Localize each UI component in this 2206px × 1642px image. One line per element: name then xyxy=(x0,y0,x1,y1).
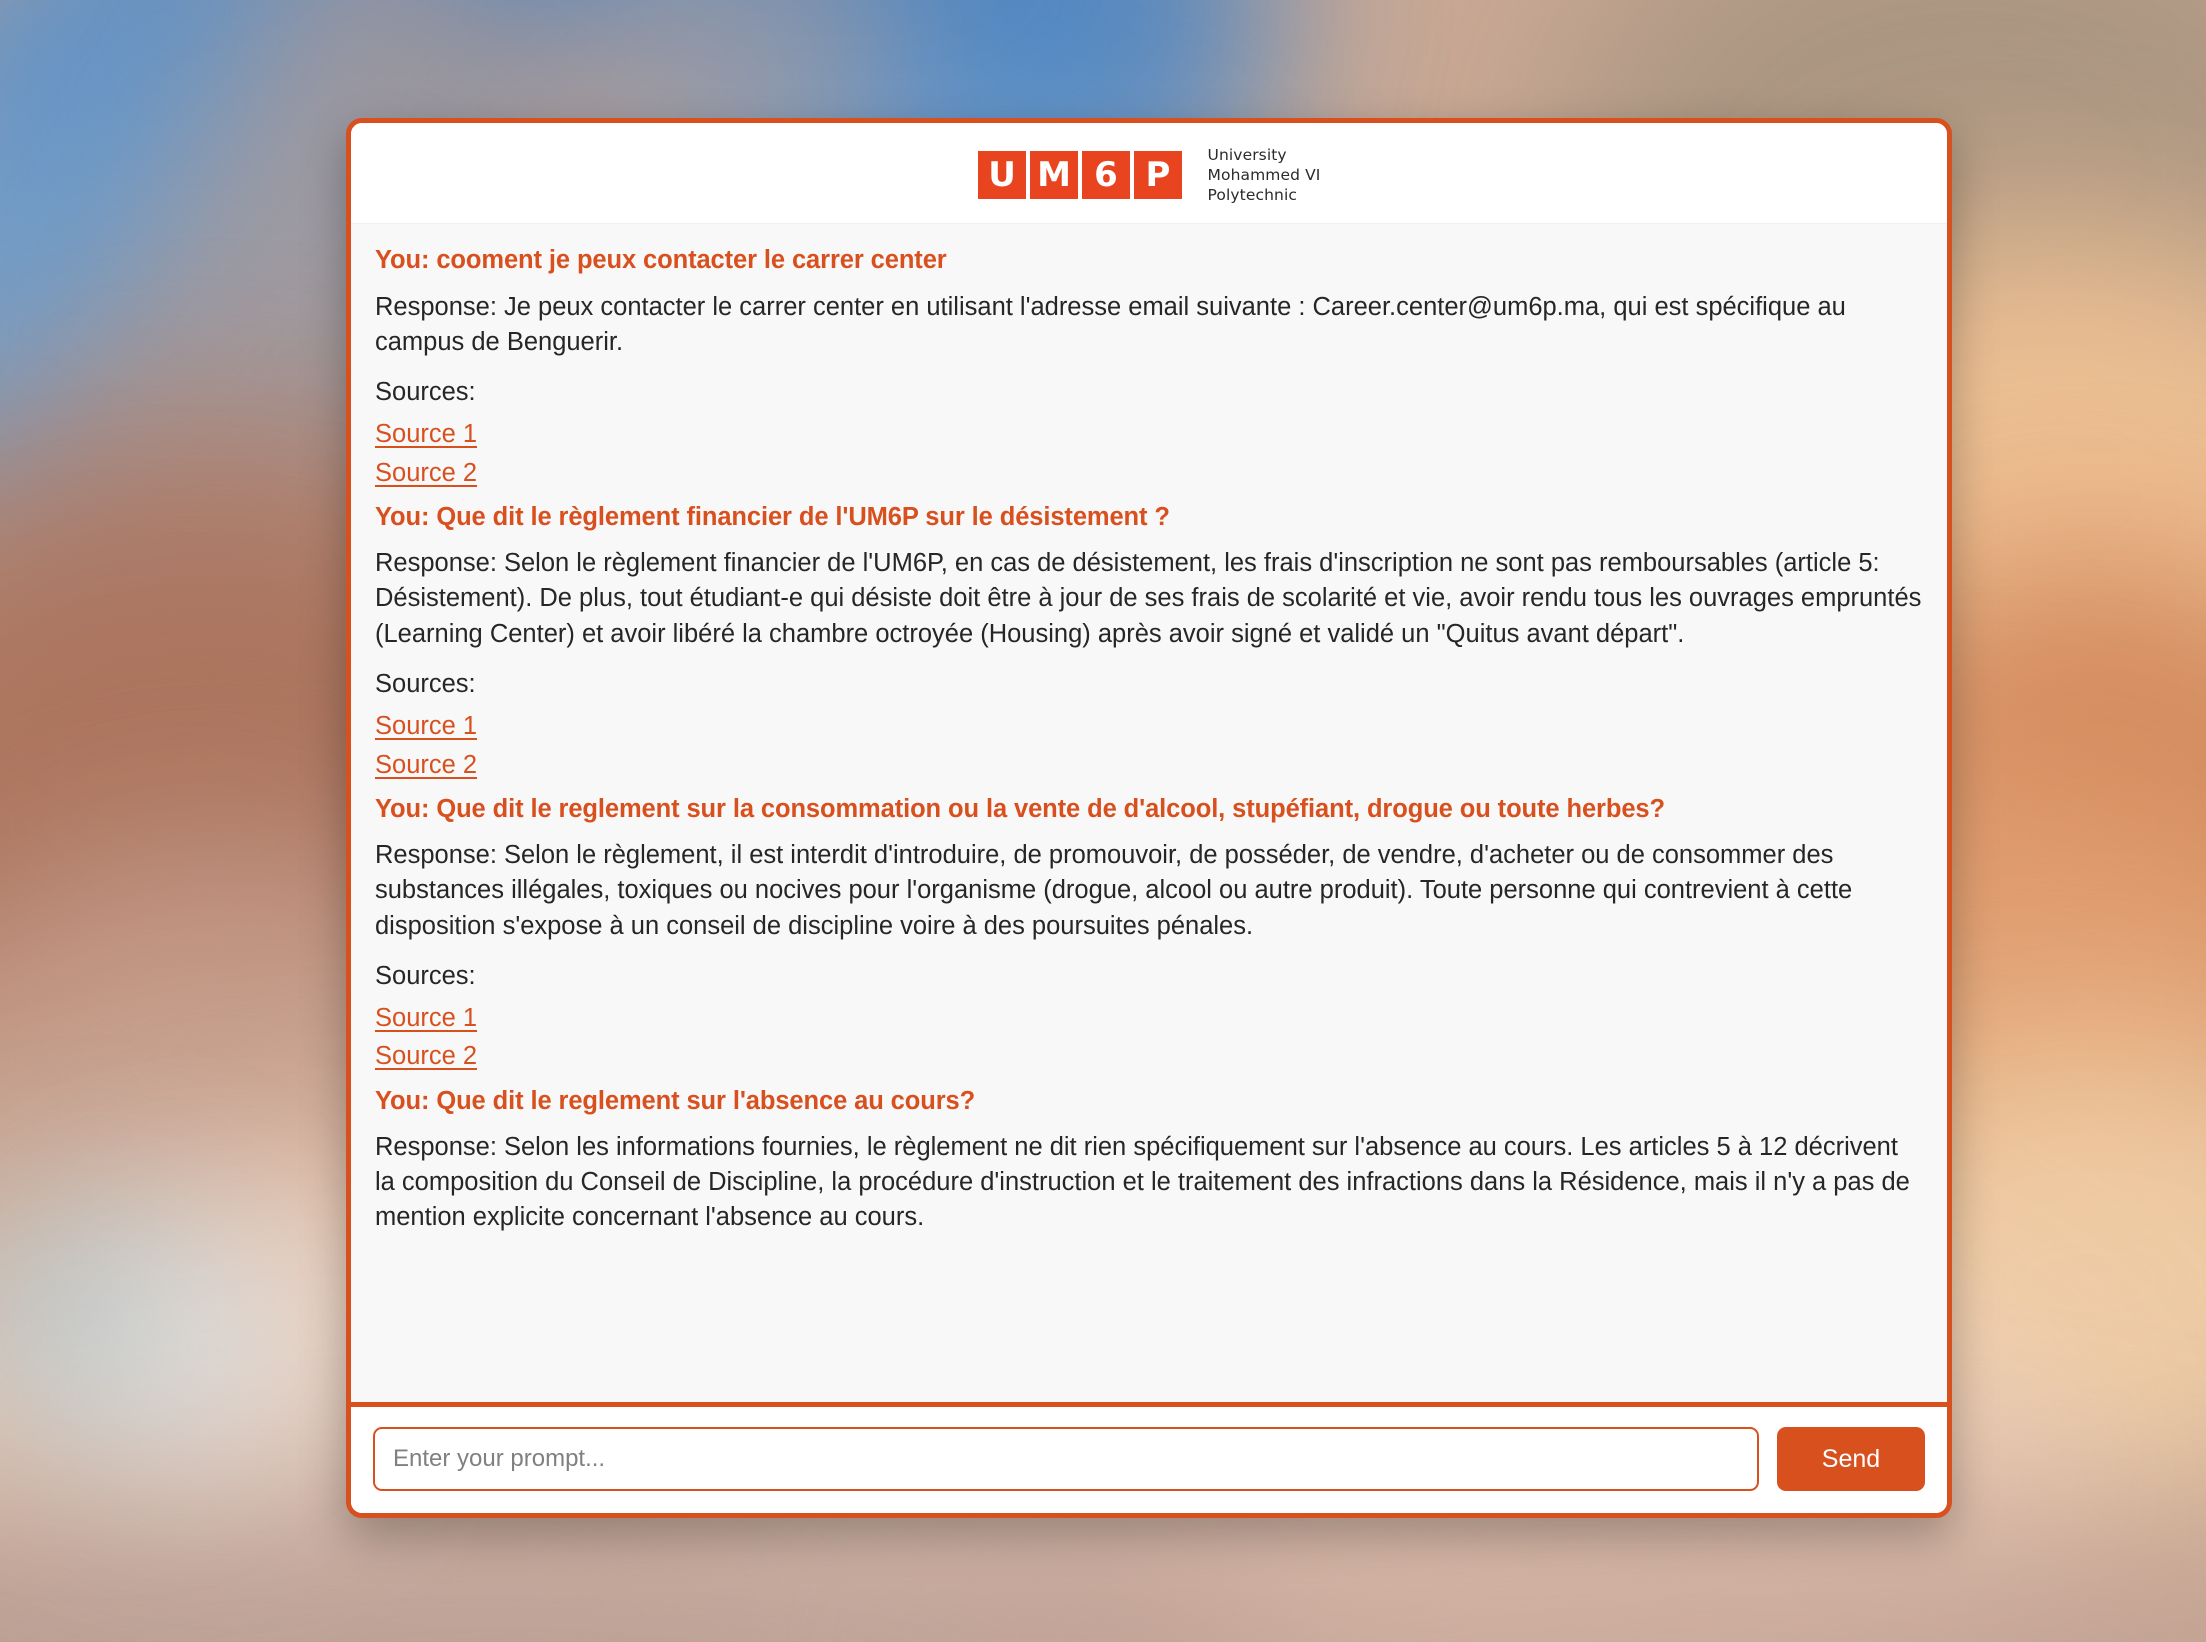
user-message: You: Que dit le reglement sur l'absence … xyxy=(375,1086,976,1115)
source-link[interactable]: Source 2 xyxy=(375,459,477,488)
chat-exchange: You: Que dit le reglement sur l'absence … xyxy=(375,1085,1923,1236)
logo-text-line-2: Mohammed VI xyxy=(1207,166,1321,185)
send-button[interactable]: Send xyxy=(1777,1427,1925,1491)
logo-square-u: U xyxy=(977,151,1026,200)
prompt-input[interactable] xyxy=(373,1427,1759,1491)
chat-transcript[interactable]: You: cooment je peux contacter le carrer… xyxy=(351,223,1947,1402)
logo-square-6: 6 xyxy=(1081,151,1130,200)
source-link[interactable]: Source 1 xyxy=(375,421,477,449)
source-link[interactable]: Source 2 xyxy=(375,1043,477,1071)
sources-label: Sources: xyxy=(375,377,476,406)
bot-response: Response: Selon le règlement financier d… xyxy=(375,549,1922,648)
logo-square-p: P xyxy=(1133,151,1182,200)
user-message: You: Que dit le règlement financier de l… xyxy=(375,503,1170,532)
chat-exchange: You: cooment je peux contacter le carrer… xyxy=(375,244,1923,487)
chatbot-card: U M 6 P University Mohammed VI Polytechn… xyxy=(346,118,1952,1518)
um6p-logo: U M 6 P University Mohammed VI Polytechn… xyxy=(977,145,1321,205)
sources-label: Sources: xyxy=(375,669,476,698)
logo-text-line-1: University xyxy=(1207,146,1287,164)
logo-square-m: M xyxy=(1029,151,1078,200)
user-message: You: cooment je peux contacter le carrer… xyxy=(375,246,947,275)
user-message: You: Que dit le reglement sur la consomm… xyxy=(375,795,1665,824)
composer-bar: Send xyxy=(351,1402,1947,1513)
sources-label: Sources: xyxy=(375,961,476,990)
bot-response: Response: Je peux contacter le carrer ce… xyxy=(375,292,1846,356)
logo-text-line-3: Polytechnic xyxy=(1207,186,1297,205)
source-link[interactable]: Source 2 xyxy=(375,751,477,780)
source-link[interactable]: Source 1 xyxy=(375,712,477,741)
logo-wordmark: University Mohammed VI Polytechnic xyxy=(1208,145,1321,205)
chat-exchange: You: Que dit le reglement sur la consomm… xyxy=(375,793,1923,1071)
card-header: U M 6 P University Mohammed VI Polytechn… xyxy=(351,123,1947,224)
chat-exchange: You: Que dit le règlement financier de l… xyxy=(375,501,1923,779)
source-link[interactable]: Source 1 xyxy=(375,1004,477,1033)
bot-response: Response: Selon les informations fournie… xyxy=(375,1133,1910,1232)
logo-letter-squares: U M 6 P xyxy=(977,151,1182,200)
bot-response: Response: Selon le règlement, il est int… xyxy=(375,841,1853,940)
